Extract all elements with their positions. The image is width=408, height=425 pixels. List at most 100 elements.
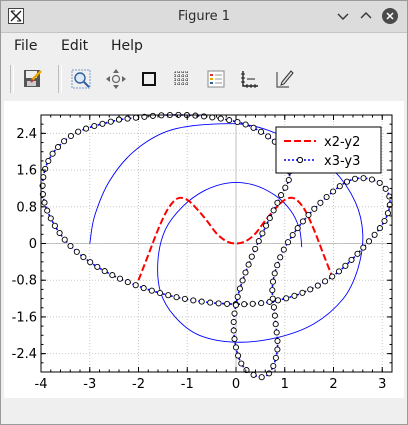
series-x3-y3-marker	[148, 287, 155, 294]
series-x3-y3-marker	[149, 112, 156, 119]
legend-marker-x3-y3	[296, 156, 304, 164]
legend-label-x2-y2: x2-y2	[324, 135, 360, 150]
figure-canvas[interactable]: -4 -3 -2 -1 0 1 2 3 2.4 1.6 0.8 0 -0.8 -1.6 -2.4 x2-y2 x…	[4, 101, 404, 398]
x-tick-label: -1	[181, 377, 194, 392]
series-x3-y3-marker	[47, 215, 54, 222]
series-x3-y3-marker	[274, 346, 281, 353]
series-x3-y3-marker	[226, 117, 233, 124]
series-x3-y3-marker	[274, 199, 281, 206]
legend-icon[interactable]	[205, 68, 227, 90]
save-icon[interactable]	[22, 68, 44, 90]
series-x3-y3-marker	[87, 259, 94, 266]
series-x3-y3-marker	[273, 329, 280, 336]
series-x3-y3-marker	[384, 210, 391, 217]
series-x3-y3-marker	[242, 121, 249, 128]
series-x3-y3-marker	[173, 294, 180, 301]
x-tick-label: 1	[281, 377, 289, 392]
series-x3-y3-marker	[270, 304, 277, 311]
series-x3-y3-marker	[45, 157, 52, 165]
series-x3-y3-marker	[190, 297, 197, 304]
series-x3-y3-marker	[305, 211, 312, 219]
series-x3-y3-marker	[209, 114, 216, 121]
series-x3-y3-marker	[307, 286, 314, 293]
series-x3-y3-marker	[270, 362, 277, 370]
series-x3-y3-marker	[51, 222, 58, 229]
series-x3-y3-marker	[360, 244, 367, 251]
series-x3-y3-marker	[258, 374, 265, 381]
series-x3-y3-marker	[348, 256, 355, 263]
series-x3-y3-marker	[250, 124, 257, 131]
y-tick-label: 0	[29, 237, 37, 252]
series-x3-y3-marker	[230, 318, 237, 326]
series-x3-y3-marker	[132, 282, 139, 289]
series-x3-y3-marker	[198, 298, 205, 305]
minimize-icon[interactable]	[334, 7, 352, 25]
series-x3-y3-marker	[284, 239, 292, 246]
x-tick-label: 3	[378, 377, 386, 392]
pan-icon[interactable]	[105, 68, 127, 90]
square-icon[interactable]	[138, 68, 160, 90]
series-x3-y3-marker	[299, 289, 306, 296]
x-tick-label: -4	[35, 377, 48, 392]
series-x3-y3-marker	[365, 238, 373, 245]
series-x3-y3-marker	[283, 295, 290, 302]
title-bar: Figure 1	[1, 1, 407, 33]
toolbar	[1, 59, 407, 99]
series-x3-y3-marker	[317, 199, 324, 206]
series-x3-y3-marker	[269, 278, 277, 285]
series-x3-y3-marker	[291, 292, 298, 299]
plot-area[interactable]: -4 -3 -2 -1 0 1 2 3 2.4 1.6 0.8 0 -0.8 -1.6 -2.4 x2-y2 x…	[4, 101, 404, 398]
series-x3-y3-marker	[217, 115, 224, 122]
series-x3-y3-marker	[336, 183, 343, 190]
close-icon[interactable]	[381, 7, 399, 25]
zoom-icon[interactable]	[70, 68, 92, 90]
series-x3-y3-marker	[236, 285, 243, 292]
menu-bar: File Edit Help	[1, 33, 407, 59]
series-x3-y3-marker	[265, 133, 272, 140]
series-x3-y3-marker	[323, 193, 330, 201]
series-x3-y3-marker	[299, 218, 306, 225]
series-x3-y3-marker	[250, 371, 257, 378]
series-x3-y3-marker	[351, 175, 359, 182]
series-x3-y3-marker	[270, 207, 277, 214]
series-x3-y3-marker	[91, 122, 98, 130]
series-x3-y3-marker	[294, 225, 301, 232]
x-tick-label: -2	[132, 377, 145, 392]
axes-icon[interactable]	[238, 68, 260, 90]
series-x3-y3-marker	[231, 335, 238, 343]
series-x3-y3-marker	[329, 273, 336, 280]
edit-icon[interactable]	[273, 68, 295, 90]
series-x3-y3-marker	[249, 300, 256, 307]
series-x3-y3-marker	[61, 138, 68, 145]
series-x3-y3-marker	[99, 120, 106, 127]
series-x3-y3-marker	[215, 300, 222, 307]
series-x3-y3-marker	[234, 293, 241, 300]
series-x3-y3-marker	[335, 268, 343, 275]
series-x3-y3-marker	[314, 282, 321, 289]
series-x3-y3-marker	[132, 114, 139, 121]
series-x3-y3-marker	[49, 150, 56, 157]
series-x3-y3-marker	[207, 299, 214, 306]
series-x3-y3-marker	[67, 242, 74, 250]
series-x3-y3-marker	[242, 269, 249, 276]
y-tick-label: 1.6	[16, 164, 37, 179]
menu-file[interactable]: File	[14, 38, 37, 54]
grid-icon[interactable]	[171, 68, 193, 90]
series-x3-y3-marker	[381, 217, 388, 225]
menu-help[interactable]: Help	[111, 38, 143, 54]
series-x3-y3-marker	[285, 176, 292, 184]
series-x3-y3-marker	[278, 192, 285, 199]
y-tick-label: 2.4	[16, 127, 37, 142]
series-x3-y3-marker	[232, 302, 239, 309]
series-x3-y3-marker	[266, 215, 273, 222]
series-x3-y3-marker	[269, 295, 276, 302]
series-x3-y3-marker	[330, 188, 337, 195]
series-x3-y3-marker	[115, 116, 123, 123]
series-x3-y3-marker	[272, 321, 279, 328]
series-x3-y3-marker	[73, 248, 80, 255]
y-tick-label: -0.8	[12, 274, 37, 289]
series-x3-y3-marker	[269, 287, 276, 294]
maximize-icon[interactable]	[357, 7, 375, 25]
series-x3-y3-marker	[224, 300, 231, 307]
menu-edit[interactable]: Edit	[61, 38, 88, 54]
